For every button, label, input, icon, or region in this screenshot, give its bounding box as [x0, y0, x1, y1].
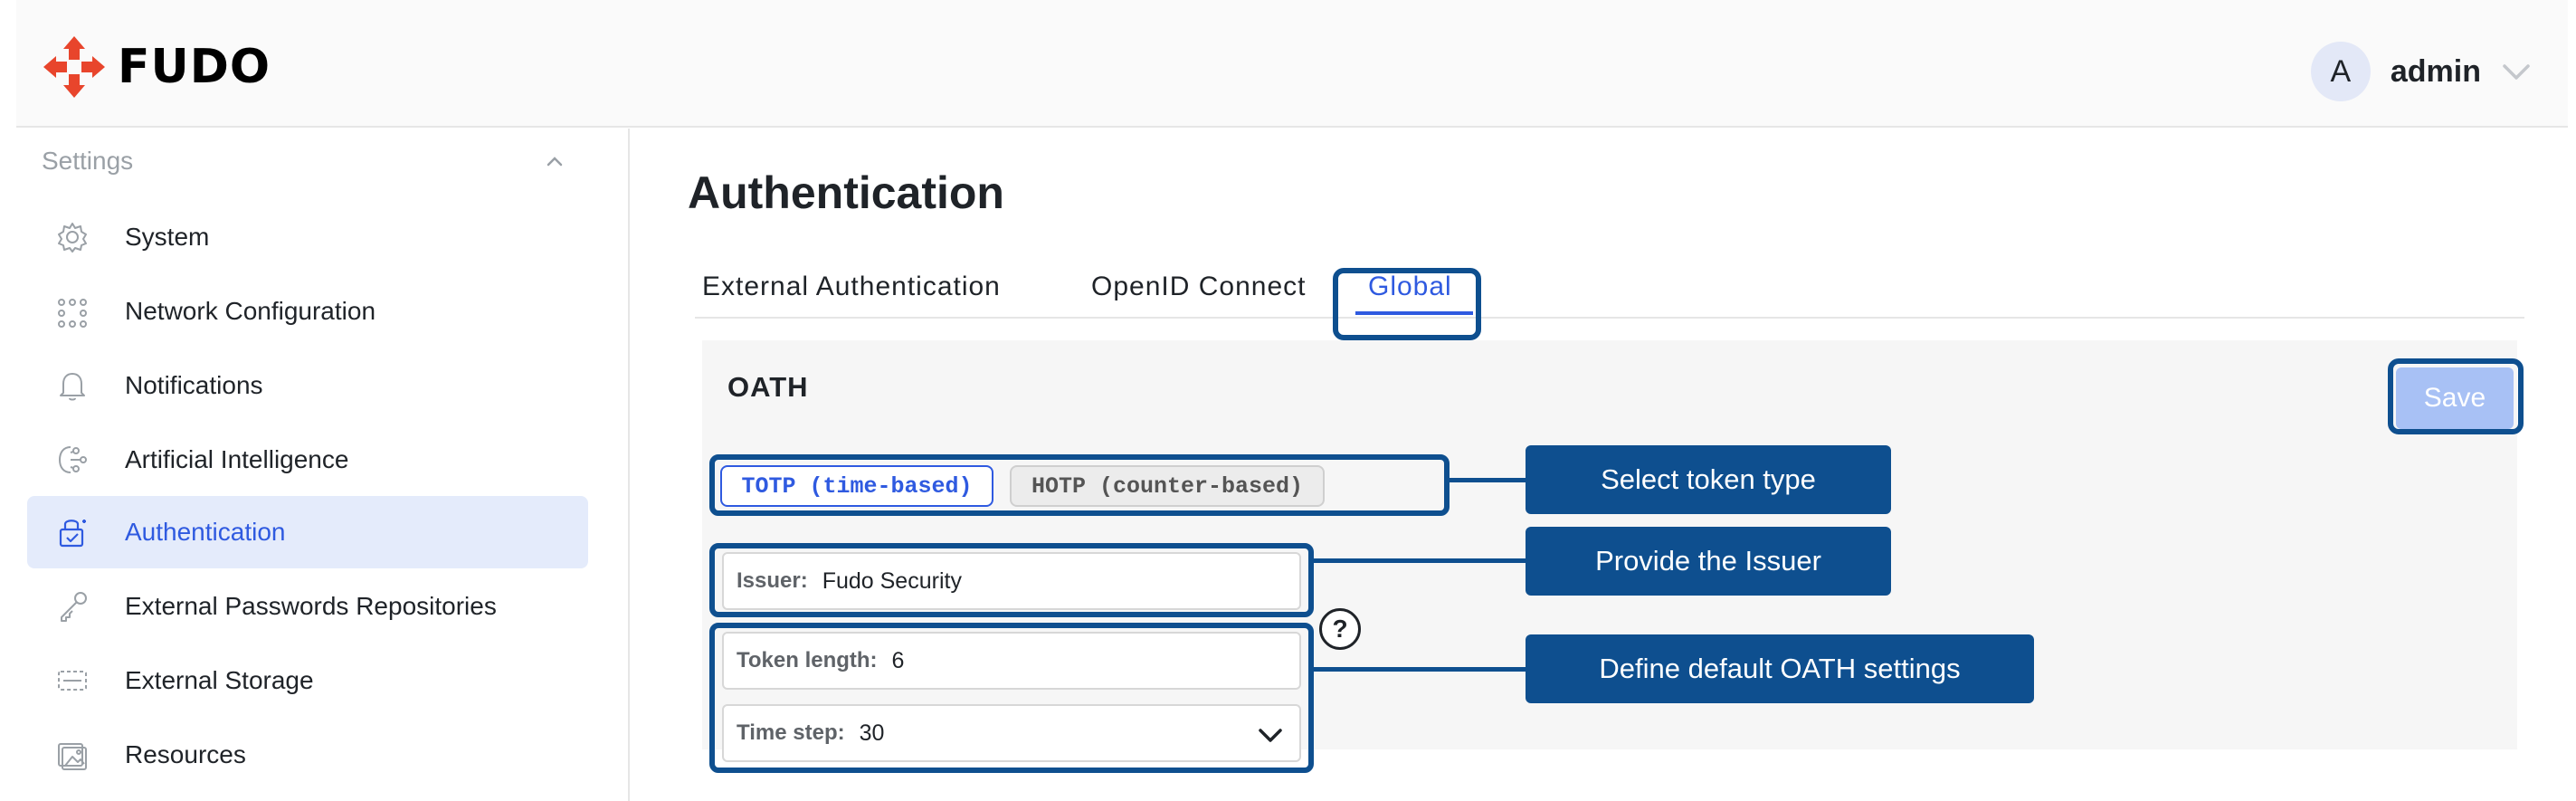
sidebar-item-label: Network Configuration: [125, 297, 376, 325]
sidebar-item-label: External Passwords Repositories: [125, 592, 497, 620]
brand-name: FUDO: [118, 40, 271, 94]
logo[interactable]: FUDO: [40, 33, 271, 101]
time-step-value[interactable]: 30: [860, 720, 885, 747]
ai-icon: [58, 446, 87, 473]
sidebar-item-label: Authentication: [125, 518, 286, 546]
user-menu[interactable]: A admin: [2310, 42, 2532, 101]
annotation-highlight-global-tab: [1333, 268, 1481, 340]
sidebar-item-external-storage[interactable]: External Storage: [27, 644, 588, 717]
sidebar-item-system[interactable]: System: [27, 201, 588, 273]
totp-option[interactable]: TOTP (time-based): [720, 465, 993, 507]
key-icon: [61, 592, 87, 622]
network-icon: [58, 299, 87, 328]
sidebar-item-resources[interactable]: Resources: [27, 719, 588, 791]
top-bar: FUDO A admin: [16, 0, 2568, 128]
sidebar-item-label: System: [125, 223, 210, 251]
tab-bar: External Authentication OpenID Connect G…: [695, 264, 2524, 319]
time-step-label: Time step:: [737, 720, 845, 745]
gear-icon: [58, 223, 87, 253]
sidebar-item-label: Artificial Intelligence: [125, 445, 349, 473]
panel-title: OATH: [727, 371, 809, 403]
sidebar-item-artificial-intelligence[interactable]: Artificial Intelligence: [27, 424, 588, 496]
tab-openid-connect[interactable]: OpenID Connect: [1091, 272, 1306, 302]
hotp-option[interactable]: HOTP (counter-based): [1010, 465, 1325, 507]
sidebar-section-title: Settings: [42, 147, 134, 175]
sidebar-item-label: Notifications: [125, 371, 263, 399]
sidebar-item-label: External Storage: [125, 666, 314, 694]
sidebar-section-settings[interactable]: Settings: [42, 147, 566, 176]
sidebar-item-external-passwords-repositories[interactable]: External Passwords Repositories: [27, 570, 588, 643]
chevron-down-icon[interactable]: [2501, 56, 2532, 87]
lock-icon: [59, 520, 86, 548]
storage-icon: [58, 671, 87, 691]
token-length-value[interactable]: 6: [892, 648, 905, 674]
callout-connector: [1308, 558, 1527, 563]
image-icon: [58, 743, 87, 770]
sidebar-item-network-configuration[interactable]: Network Configuration: [27, 275, 588, 348]
token-length-label: Token length:: [737, 648, 878, 672]
callout-connector: [1446, 478, 1527, 482]
sidebar-item-label: Resources: [125, 740, 246, 768]
callout-token-type: Select token type: [1526, 445, 1891, 514]
issuer-field[interactable]: Issuer: Fudo Security: [722, 552, 1301, 610]
help-icon[interactable]: ?: [1319, 608, 1361, 650]
callout-connector: [1308, 667, 1527, 672]
avatar[interactable]: A: [2310, 42, 2371, 101]
fudo-logo-icon: [43, 36, 105, 98]
tab-external-authentication[interactable]: External Authentication: [702, 272, 1001, 302]
issuer-label: Issuer:: [737, 568, 808, 593]
token-length-field[interactable]: Token length: 6: [722, 632, 1301, 690]
chevron-down-icon[interactable]: [1256, 720, 1285, 749]
sidebar-item-authentication[interactable]: Authentication: [27, 496, 588, 568]
sidebar: Settings System Network Configuration No…: [16, 129, 630, 801]
sidebar-item-notifications[interactable]: Notifications: [27, 349, 588, 422]
save-button[interactable]: Save: [2396, 367, 2514, 429]
callout-oath-defaults: Define default OATH settings: [1526, 634, 2034, 703]
chevron-up-icon[interactable]: [543, 149, 566, 173]
time-step-select[interactable]: Time step: 30: [722, 704, 1301, 762]
bell-icon: [60, 373, 85, 401]
issuer-value[interactable]: Fudo Security: [822, 568, 962, 595]
page-title: Authentication: [688, 167, 1004, 218]
callout-issuer: Provide the Issuer: [1526, 527, 1891, 596]
user-name[interactable]: admin: [2391, 54, 2481, 90]
